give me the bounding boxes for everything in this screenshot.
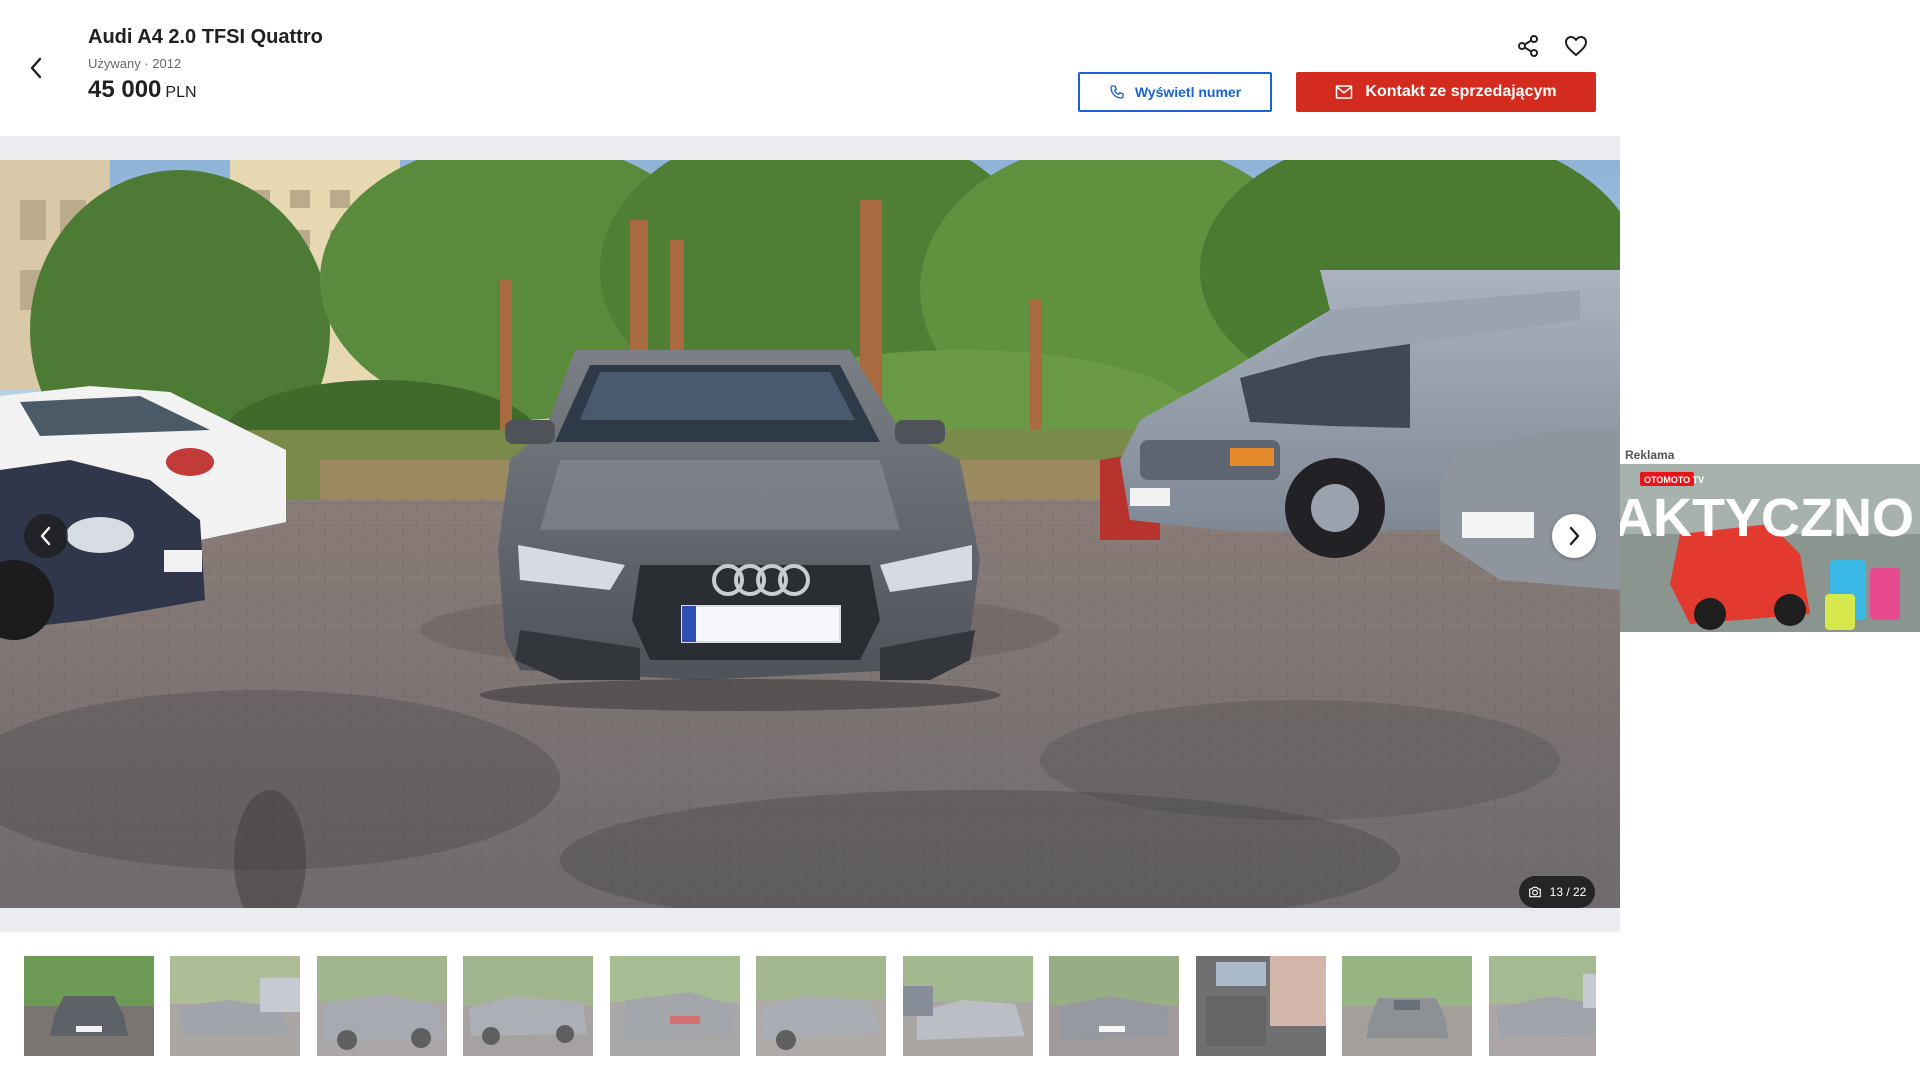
thumbnail-overlay: [756, 956, 887, 1056]
thumbnail-8[interactable]: [1049, 956, 1180, 1056]
ad-brand: OTOMOTO TV: [1644, 475, 1704, 485]
thumbnail-overlay: [609, 956, 740, 1056]
show-number-button[interactable]: Wyświetl numer: [1078, 72, 1272, 112]
camera-icon: [1528, 886, 1541, 898]
price-currency: PLN: [165, 84, 197, 101]
ad-image: OTOMOTO TV AKTYCZNO: [1620, 464, 1920, 632]
ad-label: Reklama: [1625, 448, 1675, 462]
thumbnail-overlay: [1195, 956, 1326, 1056]
thumbnail-overlay: [1049, 956, 1180, 1056]
back-button[interactable]: [24, 52, 48, 84]
thumbnail-overlay: [1488, 956, 1596, 1056]
thumbnail-overlay: [316, 956, 447, 1056]
photo-counter-text: 13 / 22: [1549, 885, 1587, 899]
thumbnail-overlay: [1342, 956, 1473, 1056]
share-icon: [1518, 35, 1538, 57]
previous-photo-button[interactable]: [24, 514, 68, 558]
next-photo-button[interactable]: [1552, 514, 1596, 558]
thumbnail-overlay: [902, 956, 1033, 1056]
listing-title: Audi A4 2.0 TFSI Quattro: [88, 26, 323, 48]
listing-subtitle: Używany · 2012: [88, 56, 182, 71]
listing-price: 45 000 PLN: [88, 76, 197, 104]
thumbnail-overlay: [24, 956, 154, 1056]
phone-icon: [1110, 85, 1124, 99]
thumbnail-strip: [24, 956, 1596, 1056]
thumbnail-overlay: [170, 956, 301, 1056]
chevron-left-icon: [30, 57, 42, 79]
thumbnail-2[interactable]: [170, 956, 301, 1056]
photo-counter: 13 / 22: [1519, 876, 1595, 908]
chevron-left-icon: [40, 526, 51, 546]
favorite-button[interactable]: [1560, 30, 1592, 62]
contact-seller-label: Kontakt ze sprzedającym: [1365, 83, 1557, 100]
share-button[interactable]: [1512, 30, 1544, 62]
thumbnail-6[interactable]: [756, 956, 887, 1056]
price-amount: 45 000: [88, 76, 162, 103]
thumbnail-4[interactable]: [463, 956, 594, 1056]
main-photo[interactable]: [0, 160, 1620, 908]
heart-icon: [1565, 36, 1587, 56]
mail-icon: [1336, 85, 1353, 99]
thumbnail-1[interactable]: [24, 956, 154, 1056]
thumbnail-10[interactable]: [1342, 956, 1473, 1056]
chevron-right-icon: [1569, 526, 1580, 546]
ad-headline: AKTYCZNO: [1620, 488, 1914, 548]
thumbnail-9[interactable]: [1195, 956, 1326, 1056]
thumbnail-5[interactable]: [609, 956, 740, 1056]
listing-header: Audi A4 2.0 TFSI Quattro Używany · 2012 …: [0, 0, 1620, 136]
contact-seller-button[interactable]: Kontakt ze sprzedającym: [1296, 72, 1596, 112]
thumbnail-7[interactable]: [902, 956, 1033, 1056]
car-photo-image: [0, 160, 1620, 908]
thumbnail-overlay: [463, 956, 594, 1056]
ad-banner[interactable]: OTOMOTO TV AKTYCZNO: [1620, 464, 1920, 632]
show-number-label: Wyświetl numer: [1134, 84, 1242, 100]
thumbnail-3[interactable]: [316, 956, 447, 1056]
thumbnail-11[interactable]: [1488, 956, 1596, 1056]
